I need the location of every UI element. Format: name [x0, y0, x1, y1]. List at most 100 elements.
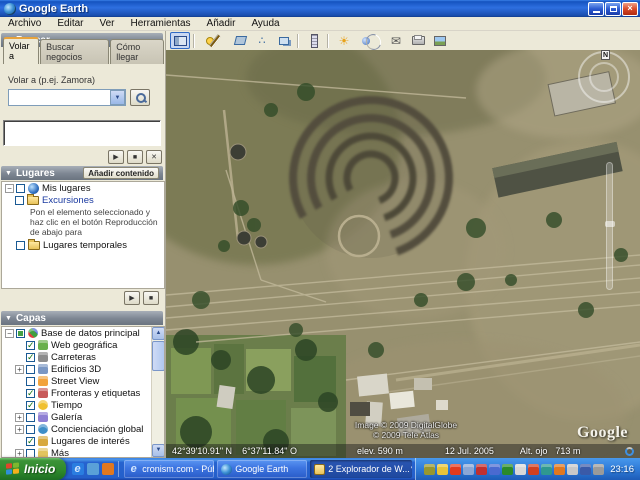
- menu-item[interactable]: Ver: [91, 18, 122, 29]
- menu-item[interactable]: Ayuda: [243, 18, 287, 29]
- tab-find-businesses[interactable]: Buscar negocios: [40, 39, 109, 64]
- minimize-button[interactable]: [588, 2, 604, 16]
- layer-checkbox[interactable]: [26, 341, 35, 350]
- sky-icon[interactable]: [356, 32, 376, 49]
- tab-directions[interactable]: Cómo llegar: [110, 39, 164, 64]
- expander-icon[interactable]: −: [5, 184, 14, 193]
- taskbar-task-button[interactable]: 2 Explorador de W... ▼: [310, 460, 412, 478]
- map-viewport[interactable]: N Image © 2009 DigitalGlobe © 2009 Tele …: [166, 50, 640, 458]
- tray-icon[interactable]: [424, 464, 435, 475]
- play-tour-button[interactable]: ▶: [108, 150, 124, 164]
- my-places-checkbox[interactable]: [16, 184, 25, 193]
- layer-checkbox[interactable]: [26, 401, 35, 410]
- tray-icon[interactable]: [463, 464, 474, 475]
- scrollbar-thumb[interactable]: [152, 341, 165, 371]
- add-placemark-icon[interactable]: [200, 32, 220, 49]
- start-button[interactable]: Inicio: [0, 458, 66, 480]
- layer-label[interactable]: Carreteras: [51, 352, 96, 363]
- compass-navigation-control[interactable]: N: [578, 51, 630, 103]
- scroll-up-icon[interactable]: ▲: [152, 327, 165, 340]
- layer-label[interactable]: Edificios 3D: [51, 364, 101, 375]
- media-player-icon[interactable]: [102, 463, 114, 475]
- layer-label[interactable]: Tiempo: [51, 400, 82, 411]
- layers-panel-header[interactable]: ▼ Capas: [1, 311, 163, 325]
- tab-fly-to[interactable]: Volar a: [3, 37, 39, 64]
- tree-item-sightseeing[interactable]: Excursiones: [42, 195, 94, 206]
- close-button[interactable]: ×: [622, 2, 638, 16]
- taskbar-task-button[interactable]: cronism.com - Públic...: [124, 460, 214, 478]
- internet-explorer-icon[interactable]: [72, 463, 84, 475]
- search-button[interactable]: [130, 89, 150, 106]
- layer-checkbox[interactable]: [26, 413, 35, 422]
- layer-checkbox[interactable]: [26, 377, 35, 386]
- layer-checkbox[interactable]: [26, 449, 35, 458]
- layers-scrollbar[interactable]: ▲ ▼: [151, 327, 164, 457]
- add-content-button[interactable]: Añadir contenido: [83, 167, 159, 179]
- fly-to-input[interactable]: ▼: [8, 89, 126, 106]
- show-desktop-icon[interactable]: [87, 463, 99, 475]
- layer-checkbox[interactable]: [26, 389, 35, 398]
- tray-icon[interactable]: [567, 464, 578, 475]
- save-image-icon[interactable]: [430, 32, 450, 49]
- taskbar-task-button[interactable]: Google Earth: [217, 460, 307, 478]
- search-results-list[interactable]: [3, 120, 161, 146]
- expander-icon[interactable]: +: [15, 449, 24, 458]
- email-icon[interactable]: [386, 32, 406, 49]
- layer-checkbox[interactable]: [26, 353, 35, 362]
- expander-icon[interactable]: +: [15, 425, 24, 434]
- taskbar-clock[interactable]: 23:16: [610, 464, 634, 475]
- layer-checkbox[interactable]: [16, 329, 25, 338]
- add-image-overlay-icon[interactable]: [274, 32, 294, 49]
- play-tour-button[interactable]: ▶: [124, 291, 140, 305]
- sidebar-toggle-icon[interactable]: [170, 32, 190, 49]
- add-path-icon[interactable]: [252, 32, 272, 49]
- expander-icon[interactable]: −: [5, 329, 14, 338]
- add-polygon-icon[interactable]: [230, 32, 250, 49]
- zoom-slider-handle[interactable]: [605, 221, 615, 227]
- tray-icon[interactable]: [450, 464, 461, 475]
- layer-checkbox[interactable]: [26, 365, 35, 374]
- stop-tour-button[interactable]: ■: [127, 150, 143, 164]
- tray-icon[interactable]: [437, 464, 448, 475]
- tray-icon[interactable]: [515, 464, 526, 475]
- restore-button[interactable]: [605, 2, 621, 16]
- tray-icon[interactable]: [593, 464, 604, 475]
- temporary-places-checkbox[interactable]: [16, 241, 25, 250]
- scroll-down-icon[interactable]: ▼: [152, 444, 165, 457]
- zoom-slider[interactable]: [606, 162, 613, 290]
- sightseeing-checkbox[interactable]: [15, 196, 24, 205]
- tray-icon[interactable]: [580, 464, 591, 475]
- layer-label[interactable]: Lugares de interés: [51, 436, 130, 447]
- menu-item[interactable]: Herramientas: [123, 18, 199, 29]
- layer-label[interactable]: Web geográfica: [51, 340, 117, 351]
- tree-item-my-places[interactable]: Mis lugares: [42, 183, 91, 194]
- layer-label[interactable]: Más: [51, 448, 69, 459]
- tree-item-temporary-places[interactable]: Lugares temporales: [43, 240, 127, 251]
- stop-tour-button[interactable]: ■: [143, 291, 159, 305]
- look-joystick[interactable]: [589, 62, 619, 92]
- places-panel-header[interactable]: ▼ Lugares Añadir contenido: [1, 166, 163, 180]
- expander-icon[interactable]: +: [15, 413, 24, 422]
- layer-label[interactable]: Fronteras y etiquetas: [51, 388, 140, 399]
- tray-icon[interactable]: [489, 464, 500, 475]
- expander-icon[interactable]: +: [15, 365, 24, 374]
- layer-label[interactable]: Concienciación global: [51, 424, 143, 435]
- clear-results-button[interactable]: ✕: [146, 150, 162, 164]
- tray-icon[interactable]: [476, 464, 487, 475]
- tray-icon[interactable]: [554, 464, 565, 475]
- combo-dropdown-icon[interactable]: ▼: [110, 90, 125, 105]
- layer-checkbox[interactable]: [26, 425, 35, 434]
- menu-item[interactable]: Archivo: [0, 18, 49, 29]
- title-bar[interactable]: Google Earth ×: [0, 0, 640, 17]
- layer-checkbox[interactable]: [26, 437, 35, 446]
- print-icon[interactable]: [408, 32, 428, 49]
- ruler-icon[interactable]: [304, 32, 324, 49]
- layer-label[interactable]: Galería: [51, 412, 82, 423]
- layer-label[interactable]: Base de datos principal: [41, 328, 140, 339]
- tray-icon[interactable]: [502, 464, 513, 475]
- tray-icon[interactable]: [541, 464, 552, 475]
- menu-item[interactable]: Añadir: [199, 18, 244, 29]
- north-indicator[interactable]: N: [601, 50, 610, 60]
- sun-icon[interactable]: [334, 32, 354, 49]
- tray-icon[interactable]: [528, 464, 539, 475]
